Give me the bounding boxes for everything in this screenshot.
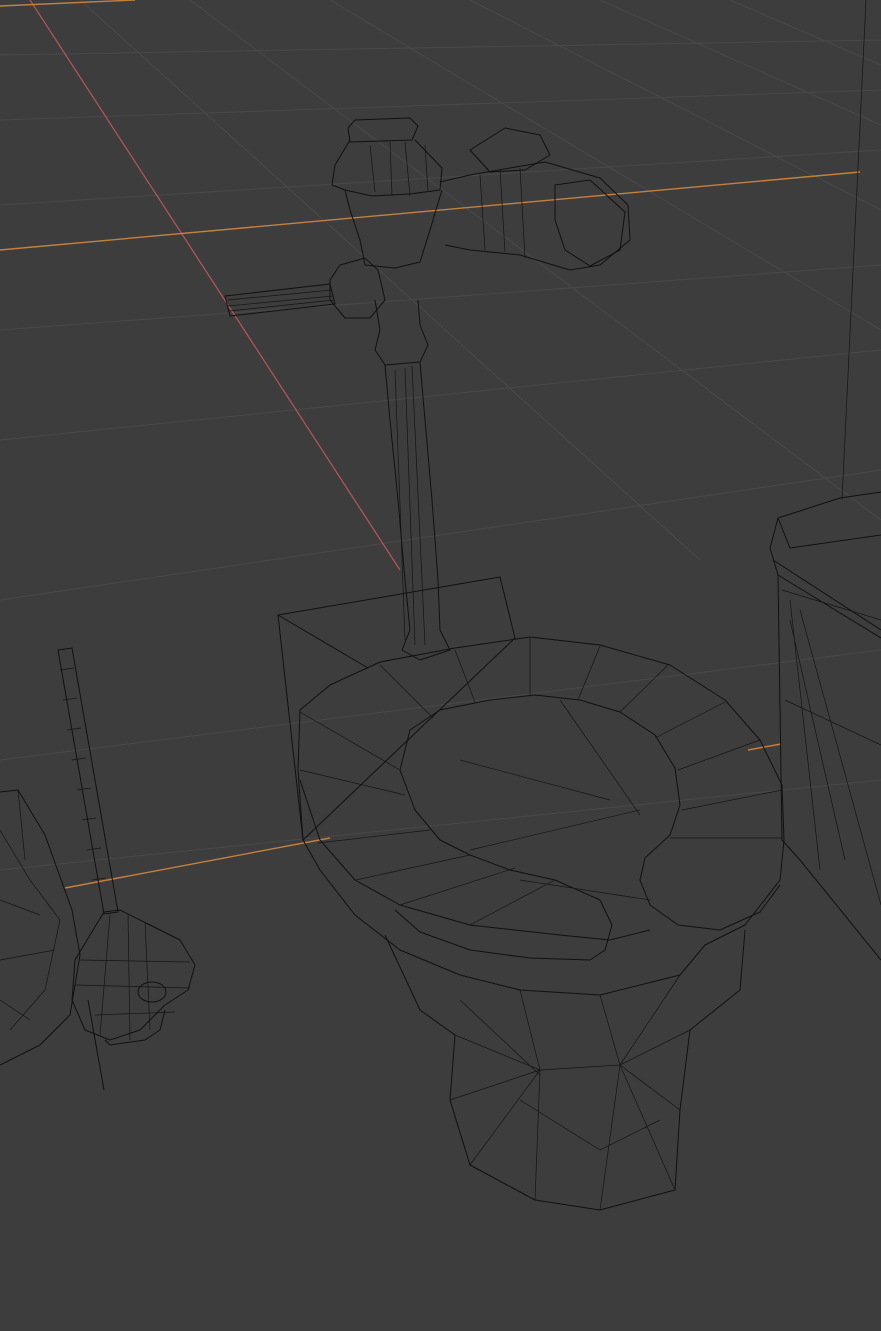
3d-viewport[interactable] [0, 0, 881, 1331]
plunger-object[interactable] [57, 647, 196, 1091]
sink-left-object[interactable] [0, 789, 81, 1066]
flush-valve-object[interactable] [224, 117, 631, 661]
x-axis-line [29, 0, 401, 571]
wall-edge [841, 0, 867, 501]
y-axis-line-lower [64, 837, 331, 889]
y-axis-line-top [0, 0, 136, 7]
y-axis-line [0, 171, 861, 251]
viewport-canvas[interactable] [0, 0, 881, 1331]
floor-grid [0, 0, 881, 871]
trash-bin-object[interactable] [769, 491, 881, 961]
